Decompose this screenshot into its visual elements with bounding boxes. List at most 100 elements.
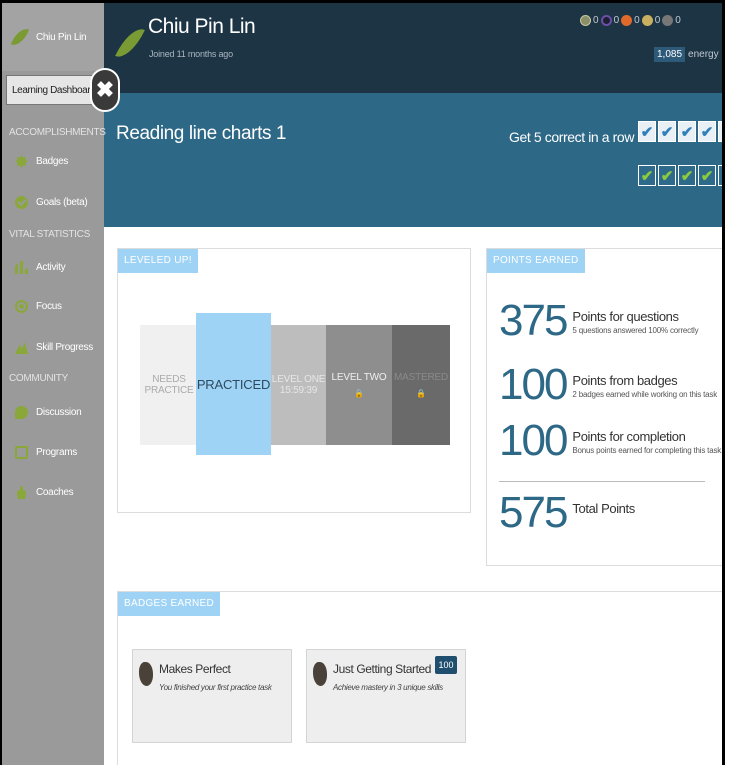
sidebar-item-learning-dashboard[interactable]: Learning Dashboard	[6, 75, 100, 105]
points-row: 375 Points for questions 5 questions answ…	[499, 296, 699, 345]
streak-label: Get 5 correct in a row	[509, 129, 635, 145]
sidebar-item-label: Activity	[36, 262, 66, 273]
points-subtitle: 5 questions answered 100% correctly	[572, 326, 699, 335]
points-title: Points for questions	[572, 309, 679, 324]
sidebar-item-focus[interactable]: Focus	[15, 300, 62, 313]
level-needs-practice: NEEDS PRACTICE	[140, 325, 198, 445]
task-banner: Reading line charts 1 Get 5 correct in a…	[104, 93, 736, 227]
badge-counts[interactable]: 0 0 0 0 0	[580, 15, 683, 26]
level-one: LEVEL ONE 15:59:39	[271, 325, 326, 445]
points-value: 100	[499, 360, 568, 409]
moon-badge-icon	[600, 15, 612, 26]
badge-count-moon: 0	[600, 15, 620, 26]
checkmark-icon: ✔	[658, 165, 676, 186]
checkmark-icon: ✔	[678, 121, 696, 142]
checkmark-icon: ✔	[638, 165, 656, 186]
level-label: LEVEL ONE	[271, 374, 326, 385]
badges-earned-panel: BADGES EARNED Makes Perfect You finished…	[117, 591, 727, 765]
badge-count-sun: 0	[641, 15, 661, 26]
joined-date: Joined 11 months ago	[149, 49, 233, 59]
focus-target-icon	[15, 300, 28, 313]
task-title: Reading line charts 1	[116, 123, 287, 144]
sidebar-item-skill-progress[interactable]: Skill Progress	[15, 341, 93, 354]
leaf-logo-icon	[115, 23, 145, 63]
points-subtitle: 2 badges earned while working on this ta…	[572, 390, 718, 399]
points-total-value: 575	[499, 488, 568, 537]
sidebar: Chiu Pin Lin Learning Dashboard ACCOMPLI…	[2, 3, 106, 765]
level-practiced: PRACTICED	[196, 313, 271, 455]
badge-count-meteorite: 0	[580, 15, 599, 26]
close-icon: ✖	[95, 77, 115, 102]
checkmark-icon: ✔	[698, 121, 716, 142]
points-total-row: 575 Total Points	[499, 491, 635, 535]
black-hole-badge-icon	[662, 15, 674, 26]
sidebar-user-name: Chiu Pin Lin	[36, 31, 87, 43]
points-value: 375	[499, 296, 568, 345]
checkmark-icon: ✔	[678, 165, 696, 186]
earth-badge-icon	[621, 15, 633, 26]
page: Chiu Pin Lin Learning Dashboard ACCOMPLI…	[0, 0, 736, 765]
points-divider	[499, 481, 705, 482]
sun-badge-icon	[641, 15, 653, 26]
lock-icon: 🔒	[416, 389, 426, 398]
badge-stone-icon	[139, 662, 153, 686]
sidebar-item-label: Coaches	[36, 487, 74, 498]
badge-count-value: 0	[613, 15, 620, 26]
skill-mountain-icon	[15, 342, 28, 354]
lock-icon: 🔒	[354, 389, 364, 398]
badge-icon	[15, 155, 28, 168]
profile-name[interactable]: Chiu Pin Lin	[148, 15, 256, 39]
badge-count-blackhole: 0	[662, 15, 681, 26]
sidebar-item-goals[interactable]: Goals (beta)	[15, 196, 88, 209]
checkmark-icon: ✔	[698, 165, 716, 186]
sidebar-item-activity[interactable]: Activity	[15, 261, 66, 274]
sidebar-item-coaches[interactable]: Coaches	[15, 486, 74, 499]
badge-count-value: 0	[593, 15, 599, 26]
points-row: 100 Points for completion Bonus points ea…	[499, 419, 721, 463]
coaches-person-icon	[16, 486, 27, 499]
sidebar-item-label: Skill Progress	[36, 342, 93, 353]
badge-count-earth: 0	[621, 15, 640, 26]
badge-card-just-getting-started[interactable]: Just Getting Started Achieve mastery in …	[306, 649, 466, 743]
programs-box-icon	[15, 446, 28, 459]
sidebar-item-label: Discussion	[36, 407, 82, 418]
sidebar-item-label: Badges	[36, 156, 69, 167]
level-mastered: MASTERED 🔒	[392, 325, 450, 445]
badge-title: Just Getting Started	[333, 662, 432, 676]
frame-border-top	[0, 0, 736, 3]
goal-check-icon	[15, 196, 28, 209]
leveled-up-panel: LEVELED UP! NEEDS PRACTICE PRACTICED LEV…	[117, 248, 471, 513]
close-sidebar-button[interactable]: ✖	[90, 68, 120, 112]
badge-card-makes-perfect[interactable]: Makes Perfect You finished your first pr…	[132, 649, 292, 743]
sidebar-item-programs[interactable]: Programs	[15, 446, 77, 459]
badge-count-value: 0	[675, 15, 681, 26]
sidebar-user[interactable]: Chiu Pin Lin	[2, 3, 104, 71]
level-label: PRACTICE	[144, 385, 194, 396]
section-accomplishments: ACCOMPLISHMENTS	[9, 127, 106, 138]
level-two: LEVEL TWO 🔒	[326, 325, 392, 445]
badge-points: 100	[435, 656, 457, 674]
sidebar-item-label: Goals (beta)	[36, 197, 88, 208]
points-title: Points for completion	[572, 429, 686, 444]
badges-earned-tag: BADGES EARNED	[118, 592, 221, 616]
leveled-up-tag: LEVELED UP!	[118, 249, 198, 273]
profile-header: Chiu Pin Lin Joined 11 months ago 0 0 0 …	[104, 3, 736, 93]
level-label: NEEDS	[152, 374, 186, 385]
badge-count-value: 0	[654, 15, 661, 26]
frame-border-right	[722, 0, 736, 765]
checkmark-icon: ✔	[638, 121, 656, 142]
meteorite-badge-icon	[580, 15, 591, 26]
points-total-label: Total Points	[572, 501, 635, 516]
section-vital-statistics: VITAL STATISTICS	[9, 229, 90, 240]
badge-description: Achieve mastery in 3 unique skills	[333, 683, 443, 692]
level-label: LEVEL TWO	[331, 372, 387, 383]
points-title: Points from badges	[572, 373, 678, 388]
discussion-bubble-icon	[15, 406, 28, 419]
sidebar-item-discussion[interactable]: Discussion	[15, 406, 82, 419]
sidebar-item-badges[interactable]: Badges	[15, 155, 68, 168]
section-community: COMMUNITY	[9, 373, 68, 384]
checkmark-icon: ✔	[658, 121, 676, 142]
badge-title: Makes Perfect	[159, 662, 231, 676]
activity-bars-icon	[15, 261, 28, 274]
badge-stone-icon	[313, 662, 327, 686]
